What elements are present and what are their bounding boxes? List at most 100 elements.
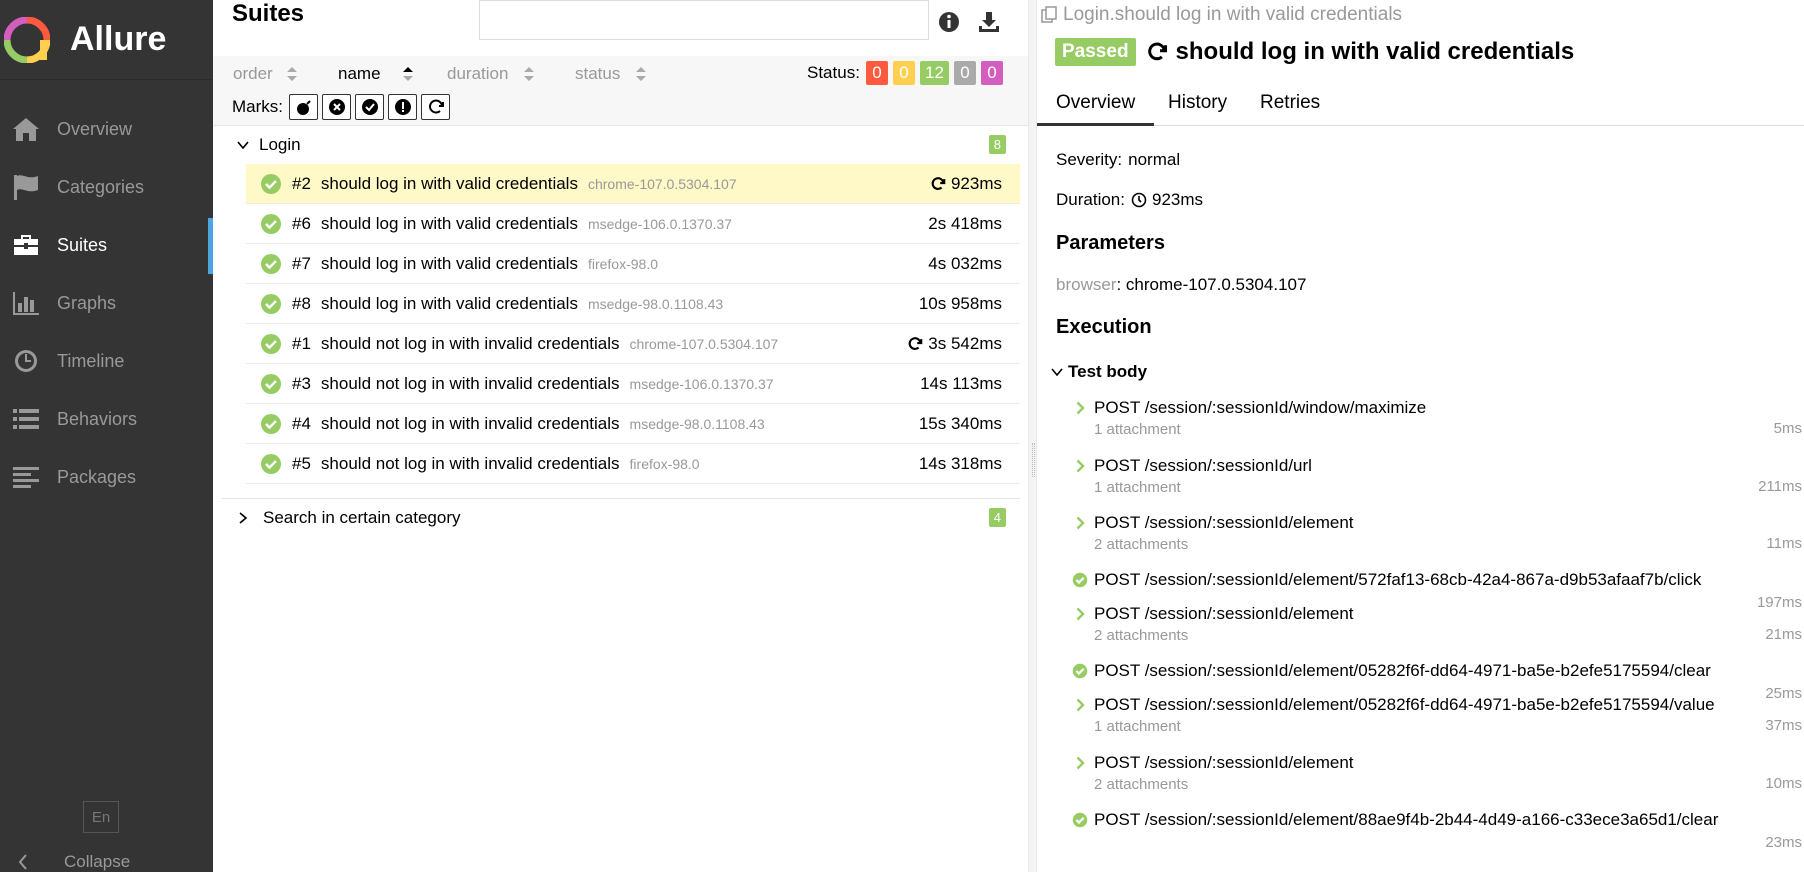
test-row[interactable]: #6 should log in with valid credentials ms… <box>246 204 1020 244</box>
language-button[interactable]: En <box>83 801 119 833</box>
step-duration: 21ms <box>1765 626 1802 643</box>
sidebar-item-behaviors[interactable]: Behaviors <box>0 390 213 448</box>
execution-step[interactable]: POST /session/:sessionId/url 1 attachment… <box>1072 456 1804 496</box>
sidebar-item-packages[interactable]: Packages <box>0 448 213 506</box>
suite-group-name: Search in certain category <box>263 508 461 527</box>
test-row[interactable]: #7 should log in with valid credentials fi… <box>246 244 1020 284</box>
execution-step[interactable]: POST /session/:sessionId/element/572faf1… <box>1072 570 1804 611</box>
tab-overview[interactable]: Overview <box>1037 92 1155 126</box>
parameter-key: browser <box>1056 275 1117 294</box>
tab-history[interactable]: History <box>1149 92 1246 126</box>
mark-retries-button[interactable] <box>421 94 450 120</box>
parameter-row: browser: chrome-107.0.5304.107 <box>1056 275 1306 295</box>
test-row[interactable]: #1 should not log in with invalid credent… <box>246 324 1020 364</box>
sidebar-item-suites[interactable]: Suites <box>0 216 213 274</box>
sidebar-item-label: Timeline <box>57 350 125 371</box>
collapse-button[interactable]: Collapse <box>18 852 130 872</box>
test-row[interactable]: #3 should not log in with invalid credent… <box>246 364 1020 404</box>
mark-new-failed-button[interactable] <box>322 94 351 120</box>
execution-step[interactable]: POST /session/:sessionId/element 2 attach… <box>1072 604 1804 644</box>
search-input[interactable] <box>479 0 929 40</box>
chevron-right-icon <box>1072 698 1088 712</box>
passed-status-icon <box>261 413 281 434</box>
allure-report-app: Allure Overview Categories Suites Graphs… <box>0 0 1804 872</box>
brand[interactable]: Allure <box>0 0 213 80</box>
sidebar-item-graphs[interactable]: Graphs <box>0 274 213 332</box>
duration-label: Duration: <box>1056 190 1125 209</box>
execution-step[interactable]: POST /session/:sessionId/element/05282f6… <box>1072 661 1804 702</box>
breadcrumb[interactable]: Login.should log in with valid credentia… <box>1041 4 1402 26</box>
step-line: POST /session/:sessionId/window/maximize <box>1072 398 1804 418</box>
execution-step[interactable]: POST /session/:sessionId/element 2 attach… <box>1072 513 1804 553</box>
step-label: POST /session/:sessionId/element <box>1094 513 1354 532</box>
test-name: should log in with valid credentials <box>320 293 578 313</box>
passed-status-icon <box>261 293 281 314</box>
sort-status[interactable]: status <box>575 64 647 84</box>
status-failed-badge[interactable]: 0 <box>866 61 888 85</box>
passed-status-icon <box>261 173 281 194</box>
sidebar-item-label: Overview <box>57 118 133 139</box>
step-label: POST /session/:sessionId/element/572faf1… <box>1094 570 1702 589</box>
duration-text: 15s 340ms <box>918 413 1002 433</box>
duration-text: 3s 542ms <box>928 333 1002 353</box>
status-skipped-badge[interactable]: 0 <box>953 61 976 85</box>
mark-new-broken-button[interactable] <box>388 94 417 120</box>
step-line: POST /session/:sessionId/element/05282f6… <box>1072 661 1804 681</box>
passed-status-icon <box>261 453 281 474</box>
sidebar-item-overview[interactable]: Overview <box>0 100 213 158</box>
test-row[interactable]: #5 should not log in with invalid credent… <box>246 444 1020 484</box>
test-row[interactable]: #8 should log in with valid credentials ms… <box>246 284 1020 324</box>
execution-step[interactable]: POST /session/:sessionId/window/maximize… <box>1072 398 1804 438</box>
step-duration: 37ms <box>1765 717 1802 734</box>
test-row[interactable]: #4 should not log in with invalid credent… <box>246 404 1020 444</box>
collapse-label: Collapse <box>64 852 131 871</box>
execution-step[interactable]: POST /session/:sessionId/element 2 attach… <box>1072 753 1804 793</box>
sort-order[interactable]: order <box>233 64 297 84</box>
execution-step[interactable]: POST /session/:sessionId/element/05282f6… <box>1072 695 1804 735</box>
chevron-right-icon <box>1072 607 1088 621</box>
copy-icon <box>1041 6 1057 23</box>
chevron-right-icon <box>239 512 248 524</box>
status-passed-badge[interactable]: 12 <box>920 61 949 85</box>
test-row[interactable]: #2 should log in with valid credentials ch… <box>246 164 1020 204</box>
mark-new-passed-button[interactable] <box>355 94 384 120</box>
sort-duration[interactable]: duration <box>447 64 535 84</box>
sort-name[interactable]: name <box>338 64 413 84</box>
step-duration: 211ms <box>1758 478 1802 495</box>
duration-text: 2s 418ms <box>928 213 1002 233</box>
suite-group-login: Login 8 #2 should log in with valid crede… <box>221 126 1020 484</box>
duration-field: Duration: 923ms <box>1056 190 1203 210</box>
step-line: POST /session/:sessionId/element/88ae9f4… <box>1072 810 1804 830</box>
info-icon[interactable] <box>937 10 961 34</box>
test-number: #2 <box>292 173 311 193</box>
suites-pane: Suites order name duration status Status… <box>213 0 1028 872</box>
passed-status-icon <box>261 253 281 274</box>
align-left-icon <box>11 462 41 492</box>
test-parameter: chrome-107.0.5304.107 <box>587 175 737 192</box>
duration-value: 923ms <box>1151 190 1204 209</box>
test-name: should log in with valid credentials <box>320 213 578 233</box>
execution-step[interactable]: POST /session/:sessionId/element/88ae9f4… <box>1072 810 1804 851</box>
sidebar-item-categories[interactable]: Categories <box>0 158 213 216</box>
retry-icon <box>1147 42 1167 61</box>
suite-group-header[interactable]: Search in certain category 4 <box>221 499 1020 537</box>
passed-status-icon <box>261 373 281 394</box>
pane-splitter[interactable] <box>1028 0 1037 872</box>
test-number: #4 <box>292 413 311 433</box>
sort-label: order <box>233 64 273 83</box>
severity-field: Severity: normal <box>1056 150 1180 170</box>
mark-flaky-button[interactable] <box>289 94 318 120</box>
tab-retries[interactable]: Retries <box>1241 92 1339 126</box>
download-icon[interactable] <box>977 10 1001 34</box>
status-unknown-badge[interactable]: 0 <box>980 61 1003 85</box>
test-name: should not log in with invalid credentia… <box>320 333 620 353</box>
suite-group-search: Search in certain category 4 <box>221 498 1020 537</box>
suite-group-header[interactable]: Login 8 <box>221 126 1020 164</box>
status-broken-badge[interactable]: 0 <box>893 61 915 85</box>
test-body-toggle[interactable]: Test body <box>1051 362 1147 382</box>
test-parameter: chrome-107.0.5304.107 <box>629 335 779 352</box>
test-parameter: firefox-98.0 <box>587 255 659 272</box>
sidebar-item-timeline[interactable]: Timeline <box>0 332 213 390</box>
step-attachments: 2 attachments <box>1094 627 1189 644</box>
suite-count-badge: 8 <box>988 135 1006 154</box>
